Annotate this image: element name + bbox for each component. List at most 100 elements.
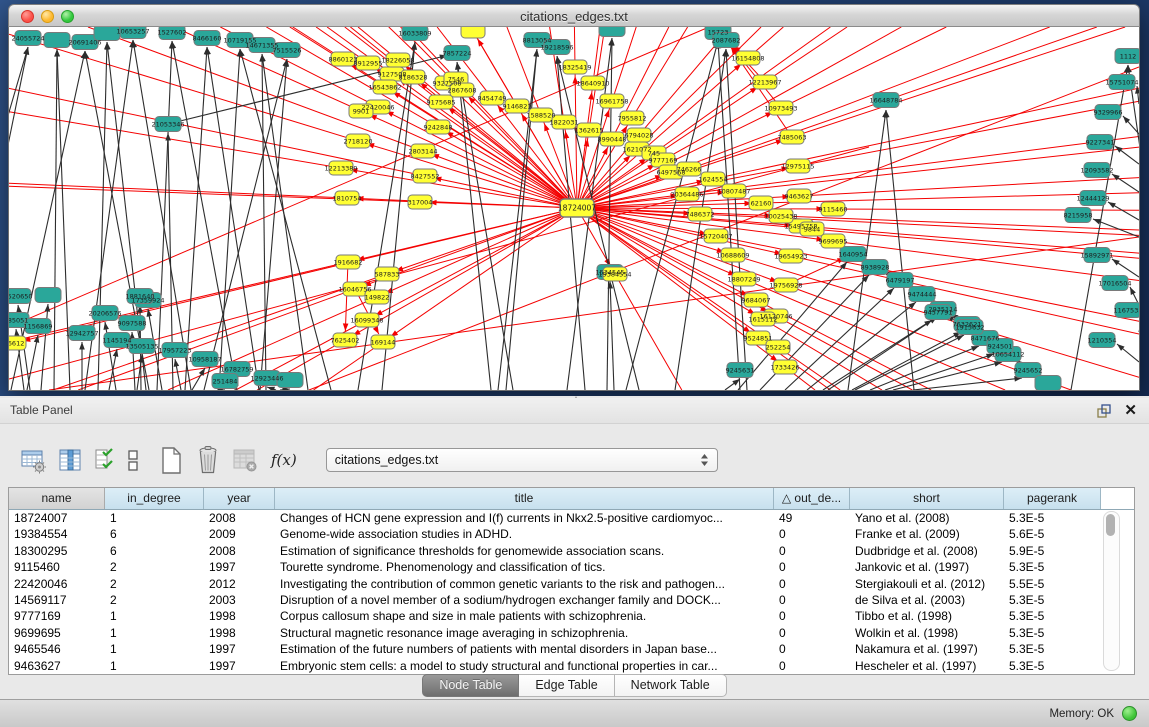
table-cell[interactable]: Yano et al. (2008) [850, 510, 1004, 526]
new-table-button[interactable] [159, 446, 184, 475]
table-cell[interactable]: 5.3E-5 [1004, 658, 1101, 674]
table-cell[interactable]: 2 [105, 576, 204, 592]
tab-node-table[interactable]: Node Table [422, 674, 519, 697]
table-cell[interactable]: 9465546 [9, 641, 105, 657]
table-cell[interactable]: 5.6E-5 [1004, 526, 1101, 542]
column-header[interactable]: short [850, 488, 1004, 509]
function-builder-button[interactable]: f(x) [269, 451, 299, 469]
table-cell[interactable]: 9777169 [9, 608, 105, 624]
table-cell[interactable]: 0 [774, 658, 850, 674]
column-header[interactable]: △ out_de... [774, 488, 850, 509]
table-cell[interactable]: Investigating the contribution of common… [275, 576, 774, 592]
apply-values-button[interactable] [94, 447, 115, 474]
table-cell[interactable]: Nakamura et al. (1997) [850, 641, 1004, 657]
table-cell[interactable]: Corpus callosum shape and size in male p… [275, 608, 774, 624]
table-cell[interactable]: Hescheler et al. (1997) [850, 658, 1004, 674]
table-cell[interactable]: 2 [105, 592, 204, 608]
table-cell[interactable]: 6 [105, 543, 204, 559]
table-row[interactable]: 1456911722003Disruption of a novel membe… [9, 592, 1134, 608]
table-cell[interactable]: 1998 [204, 625, 275, 641]
table-cell[interactable]: 9699695 [9, 625, 105, 641]
table-options-button[interactable] [20, 447, 47, 474]
table-cell[interactable]: 6 [105, 526, 204, 542]
table-cell[interactable]: 18300295 [9, 543, 105, 559]
table-cell[interactable]: 0 [774, 559, 850, 575]
table-cell[interactable]: 2003 [204, 592, 275, 608]
table-cell[interactable]: 2008 [204, 543, 275, 559]
table-cell[interactable]: 5.3E-5 [1004, 641, 1101, 657]
table-cell[interactable]: 5.3E-5 [1004, 608, 1101, 624]
delete-table-button[interactable] [195, 445, 221, 475]
table-cell[interactable]: 9115460 [9, 559, 105, 575]
table-cell[interactable]: Genome-wide association studies in ADHD. [275, 526, 774, 542]
table-cell[interactable]: Franke et al. (2009) [850, 526, 1004, 542]
table-cell[interactable]: 1997 [204, 658, 275, 674]
table-cell[interactable]: 1997 [204, 559, 275, 575]
table-row[interactable]: 946362711997Embryonic stem cells: a mode… [9, 658, 1134, 674]
table-cell[interactable]: 1997 [204, 641, 275, 657]
table-row[interactable]: 2242004622012Investigating the contribut… [9, 576, 1134, 592]
table-cell[interactable]: 1 [105, 625, 204, 641]
table-row[interactable]: 1830029562008Estimation of significance … [9, 543, 1134, 559]
table-row[interactable]: 1872400712008Changes of HCN gene express… [9, 510, 1134, 526]
table-vertical-scrollbar[interactable] [1103, 511, 1120, 671]
table-cell[interactable]: 5.3E-5 [1004, 625, 1101, 641]
table-row[interactable]: 946554611997Estimation of the future num… [9, 641, 1134, 657]
table-cell[interactable]: 1998 [204, 608, 275, 624]
table-header[interactable]: namein_degreeyeartitle△ out_de...shortpa… [9, 488, 1134, 510]
row-height-button[interactable] [126, 447, 140, 474]
network-window[interactable]: citations_edges.txt 24055724206914061065… [8, 4, 1140, 391]
column-header[interactable]: in_degree [105, 488, 204, 509]
table-cell[interactable]: Estimation of the future numbers of pati… [275, 641, 774, 657]
table-row[interactable]: 911546021997Tourette syndrome. Phenomeno… [9, 559, 1134, 575]
table-cell[interactable]: Stergiakouli et al. (2012) [850, 576, 1004, 592]
table-cell[interactable]: 5.9E-5 [1004, 543, 1101, 559]
scrollbar-thumb[interactable] [1106, 514, 1115, 536]
table-row[interactable]: 977716911998Corpus callosum shape and si… [9, 608, 1134, 624]
select-column-button[interactable] [58, 447, 83, 474]
table-cell[interactable]: Changes of HCN gene expression and I(f) … [275, 510, 774, 526]
table-body[interactable]: 1872400712008Changes of HCN gene express… [9, 510, 1134, 674]
table-cell[interactable]: 22420046 [9, 576, 105, 592]
tab-edge-table[interactable]: Edge Table [519, 674, 614, 697]
memory-status-icon[interactable] [1122, 706, 1137, 721]
column-header[interactable]: name [9, 488, 105, 509]
table-cell[interactable]: 1 [105, 641, 204, 657]
table-cell[interactable]: 2008 [204, 510, 275, 526]
table-cell[interactable]: 1 [105, 510, 204, 526]
table-cell[interactable]: 1 [105, 658, 204, 674]
table-cell[interactable]: 1 [105, 608, 204, 624]
table-cell[interactable]: Disruption of a novel member of a sodium… [275, 592, 774, 608]
table-cell[interactable]: 49 [774, 510, 850, 526]
network-canvas[interactable]: 2405572420691406106532571527602846616010… [9, 27, 1139, 390]
table-source-dropdown[interactable]: citations_edges.txt [326, 448, 718, 472]
table-cell[interactable]: 5.5E-5 [1004, 576, 1101, 592]
table-cell[interactable]: 9463627 [9, 658, 105, 674]
table-cell[interactable]: 0 [774, 576, 850, 592]
column-header[interactable]: title [275, 488, 774, 509]
column-header[interactable]: pagerank [1004, 488, 1101, 509]
table-cell[interactable]: 0 [774, 641, 850, 657]
node-table[interactable]: namein_degreeyeartitle△ out_de...shortpa… [8, 487, 1135, 675]
table-cell[interactable]: 2009 [204, 526, 275, 542]
table-cell[interactable]: 5.3E-5 [1004, 510, 1101, 526]
close-panel-icon[interactable]: ✕ [1124, 402, 1137, 419]
table-cell[interactable]: Structural magnetic resonance image aver… [275, 625, 774, 641]
table-cell[interactable]: 0 [774, 592, 850, 608]
table-cell[interactable]: 18724007 [9, 510, 105, 526]
table-cell[interactable]: Embryonic stem cells: a model to study s… [275, 658, 774, 674]
table-cell[interactable]: 0 [774, 543, 850, 559]
table-cell[interactable]: Dudbridge et al. (2008) [850, 543, 1004, 559]
table-cell[interactable]: Jankovic et al. (1997) [850, 559, 1004, 575]
table-cell[interactable]: 2 [105, 559, 204, 575]
table-cell[interactable]: 2012 [204, 576, 275, 592]
table-cell[interactable]: 14569117 [9, 592, 105, 608]
table-row[interactable]: 1938455462009Genome-wide association stu… [9, 526, 1134, 542]
table-cell[interactable]: 5.3E-5 [1004, 559, 1101, 575]
network-window-titlebar[interactable]: citations_edges.txt [8, 4, 1140, 27]
table-cell[interactable]: 5.3E-5 [1004, 592, 1101, 608]
table-cell[interactable]: Wolkin et al. (1998) [850, 625, 1004, 641]
table-cell[interactable]: 19384554 [9, 526, 105, 542]
table-cell[interactable]: 0 [774, 526, 850, 542]
table-cell[interactable]: 0 [774, 608, 850, 624]
